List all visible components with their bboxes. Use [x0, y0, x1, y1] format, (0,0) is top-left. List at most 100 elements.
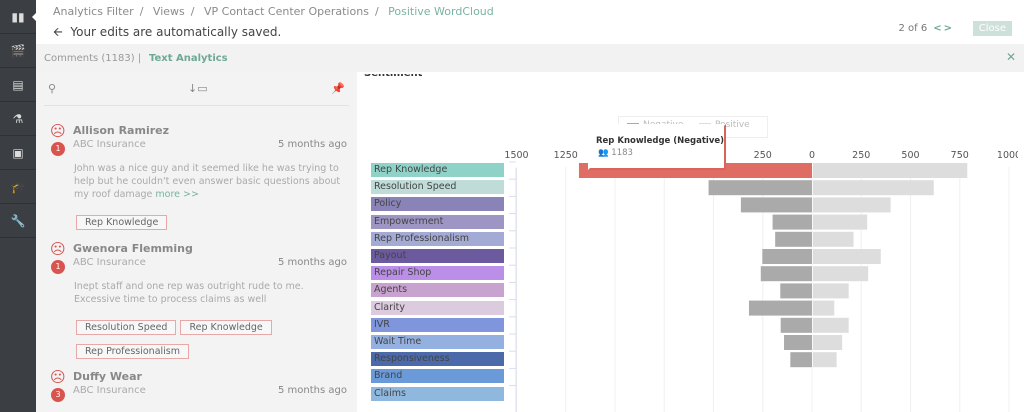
bar-positive[interactable] [813, 335, 843, 350]
sidebar: ▮▮ 🎬 ▤ ⚗ ▣ 🎓 🔧 [0, 0, 37, 412]
comment-time: 5 months ago [278, 257, 347, 268]
bar-positive[interactable] [813, 283, 849, 299]
topic-tag[interactable]: Rep Knowledge [180, 320, 272, 335]
x-tick-label: 250 [852, 150, 870, 161]
bar-chart-icon: ▮▮ [11, 9, 25, 24]
comment-author: Duffy Wear [73, 370, 142, 383]
breadcrumb-views[interactable]: Views [153, 5, 185, 18]
bar-positive[interactable] [813, 214, 868, 230]
count-badge: 1 [51, 142, 65, 156]
bar-negative[interactable] [740, 197, 812, 213]
prev-icon[interactable]: < [933, 23, 943, 34]
category-label[interactable]: IVR [371, 317, 504, 332]
tab-comments[interactable]: Comments (1183) | [44, 53, 141, 64]
category-label[interactable]: Brand [371, 369, 504, 384]
count-badge: 3 [51, 388, 65, 402]
category-label[interactable]: Rep Knowledge [371, 163, 504, 177]
comment-time: 5 months ago [278, 385, 347, 396]
category-label[interactable]: Payout [371, 249, 504, 263]
bar-negative[interactable] [780, 283, 812, 299]
tab-text-analytics[interactable]: Text Analytics [149, 53, 228, 64]
breadcrumb-current: Positive WordCloud [388, 5, 494, 18]
bar-positive[interactable] [813, 163, 968, 178]
category-label[interactable]: Wait Time [371, 335, 504, 349]
topic-tag[interactable]: Rep Professionalism [76, 344, 190, 359]
sad-face-icon: ☹ [50, 240, 66, 258]
tooltip-value: 1183 [611, 148, 633, 158]
book-icon: ▤ [12, 77, 24, 92]
sidebar-item-graduation-cap[interactable]: 🎓 [0, 170, 36, 204]
sidebar-item-clapperboard[interactable]: 🎬 [0, 34, 36, 68]
bar-negative[interactable] [784, 335, 812, 350]
panel-tabs: Comments (1183) | Text Analytics ✕ [36, 44, 1024, 72]
category-label[interactable]: Rep Professionalism [371, 231, 504, 246]
comment-text: John was a nice guy and it seemed like h… [74, 162, 349, 201]
bar-positive[interactable] [813, 300, 835, 316]
next-icon[interactable]: > [944, 23, 954, 34]
bar-negative[interactable] [780, 317, 812, 333]
bar-positive[interactable] [813, 266, 869, 282]
category-label[interactable]: Agents [371, 283, 504, 298]
category-label[interactable]: Empowerment [371, 214, 504, 229]
category-label[interactable]: Repair Shop [371, 266, 504, 281]
comment-org: ABC Insurance [73, 257, 146, 268]
sidebar-item-book[interactable]: ▤ [0, 68, 36, 102]
bar-negative[interactable] [762, 249, 812, 264]
x-tick-label: 250 [754, 150, 772, 161]
breadcrumb-analytics-filter[interactable]: Analytics Filter [53, 5, 134, 18]
category-label[interactable]: Responsiveness [371, 352, 504, 367]
topic-tag[interactable]: Resolution Speed [76, 320, 177, 335]
comment-body: John was a nice guy and it seemed like h… [74, 163, 341, 200]
chart-tooltip: Rep Knowledge (Negative) 👥 1183 [588, 124, 726, 170]
autosave-message: Your edits are automatically saved. [70, 25, 282, 39]
comment-author: Gwenora Flemming [73, 242, 193, 255]
category-label[interactable]: Policy [371, 197, 504, 212]
sort-icon[interactable]: ↓▭ [188, 82, 208, 95]
bar-positive[interactable] [813, 249, 881, 264]
bar-negative[interactable] [760, 266, 812, 282]
comment-time: 5 months ago [278, 139, 347, 150]
bar-positive[interactable] [813, 231, 854, 247]
x-tick-label: 0 [809, 150, 815, 161]
comment-org: ABC Insurance [73, 139, 146, 150]
more-link[interactable]: more >> [155, 189, 199, 200]
x-tick-label: 750 [951, 150, 969, 161]
flask-icon: ⚗ [12, 111, 24, 126]
bar-negative[interactable] [790, 352, 812, 368]
count-badge: 1 [51, 260, 65, 274]
x-tick-label: 1250 [554, 150, 578, 161]
sidebar-item-flask[interactable]: ⚗ [0, 102, 36, 136]
category-label[interactable]: Claims [371, 386, 504, 401]
x-tick-label: 1500 [504, 150, 528, 161]
topic-tag[interactable]: Rep Knowledge [76, 215, 168, 230]
search-icon[interactable]: ⚲ [48, 82, 56, 95]
breadcrumb-vp-contact-center[interactable]: VP Contact Center Operations [204, 5, 369, 18]
bar-negative[interactable] [748, 300, 812, 316]
category-label[interactable]: Resolution Speed [371, 180, 504, 195]
comment-author: Allison Ramirez [73, 124, 170, 137]
bar-negative[interactable] [772, 214, 812, 230]
comment-body: Inept staff and one rep was outright rud… [74, 281, 304, 305]
category-label[interactable]: Clarity [371, 300, 504, 315]
sidebar-item-window[interactable]: ▣ [0, 136, 36, 170]
bar-negative[interactable] [708, 180, 812, 196]
comment-org: ABC Insurance [73, 385, 146, 396]
sidebar-item-wrench[interactable]: 🔧 [0, 204, 36, 238]
x-tick-label: 1000 [997, 150, 1018, 161]
bar-positive[interactable] [813, 352, 837, 368]
sad-face-icon: ☹ [50, 368, 66, 386]
bar-positive[interactable] [813, 317, 849, 333]
wrench-icon: 🔧 [10, 213, 26, 228]
bar-negative[interactable] [775, 231, 812, 247]
bar-positive[interactable] [813, 180, 934, 196]
comments-panel: ⚲ ↓▭ 📌 ☹ 1 Allison Ramirez ABC Insurance 5… [36, 72, 357, 412]
close-button[interactable]: Close [972, 21, 1012, 36]
sidebar-item-bar-chart[interactable]: ▮▮ [0, 0, 37, 34]
pin-icon[interactable]: 📌 [331, 82, 345, 95]
back-arrow-icon[interactable]: 🡨 [53, 25, 70, 39]
header: Analytics Filter / Views / VP Contact Cent… [36, 0, 1024, 44]
bar-positive[interactable] [813, 197, 891, 213]
breadcrumb: Analytics Filter / Views / VP Contact Cent… [53, 5, 494, 18]
close-panel-icon[interactable]: ✕ [1006, 50, 1016, 64]
sad-face-icon: ☹ [50, 122, 66, 140]
